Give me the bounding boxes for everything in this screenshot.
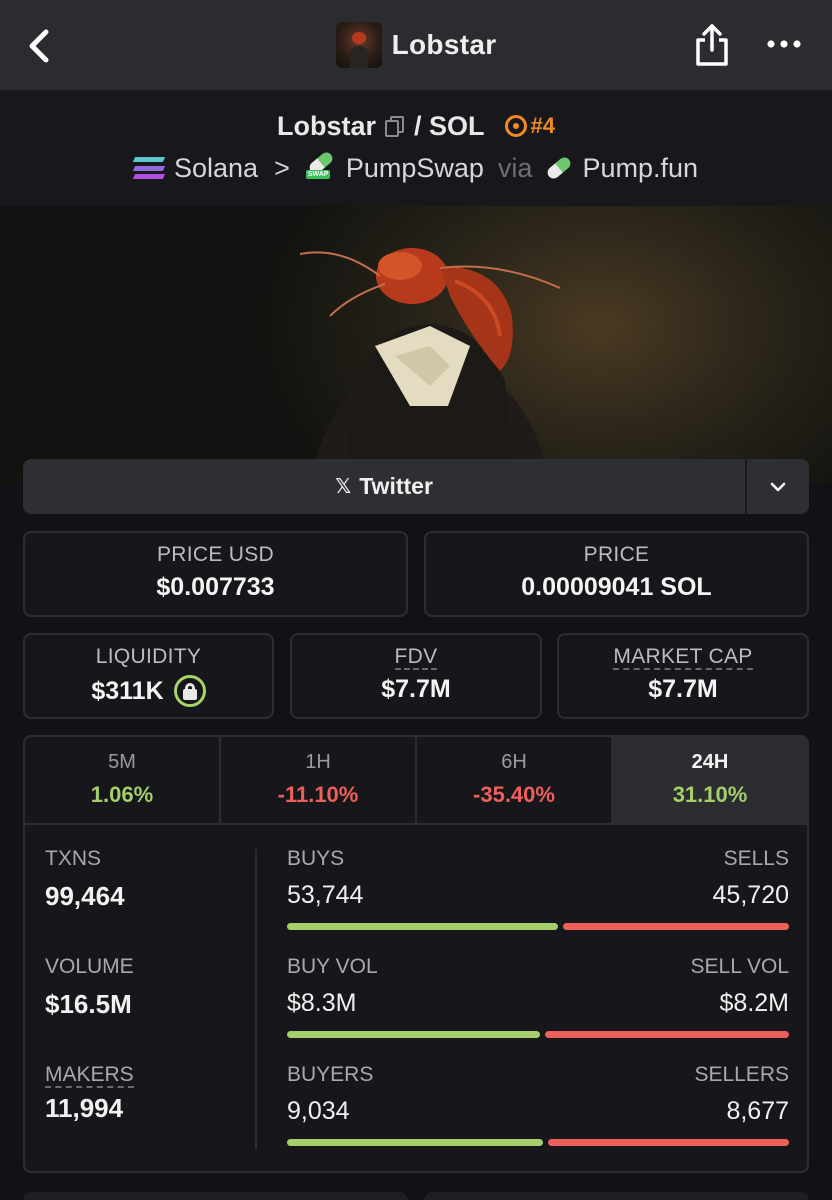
buy-sell-column: BUYS SELLS 53,744 45,720 BUY VOL SELL VO… (287, 847, 789, 1171)
price-usd-card: PRICE USD $0.007733 (23, 531, 408, 617)
txns-label: TXNS (45, 847, 102, 870)
makers-value: 11,994 (45, 1093, 124, 1123)
trending-rank-badge[interactable]: #4 (504, 113, 555, 139)
buy-vol-value: $8.3M (287, 989, 357, 1017)
sellers-value: 8,677 (726, 1097, 789, 1125)
traders-ratio-bar (287, 1139, 789, 1146)
buys-sells-ratio-bar (287, 923, 789, 930)
activity-panel: 5M 1.06% 1H -11.10% 6H -35.40% 24H 31.10… (23, 735, 809, 1173)
token-avatar (335, 22, 382, 68)
market-cap-label[interactable]: MARKET CAP (559, 645, 807, 670)
nav-title: Lobstar (391, 29, 497, 60)
buy-portion (287, 1139, 544, 1146)
sell-portion (548, 1139, 789, 1146)
chain-name[interactable]: Solana (174, 153, 258, 184)
via-label: via (497, 152, 533, 183)
pumpfun-logo-icon (545, 155, 574, 181)
makers-label[interactable]: MAKERS (45, 1063, 245, 1088)
volume-ratio-bar (287, 1031, 789, 1038)
liquidity-value-row: $311K (25, 675, 272, 707)
dex-name[interactable]: PumpSwap (346, 153, 484, 184)
token-banner-image (0, 206, 832, 484)
socials-dropdown-button[interactable] (747, 459, 809, 514)
fdv-value: $7.7M (381, 675, 451, 703)
sell-vol-value: $8.2M (719, 989, 789, 1017)
price-usd-value: $0.007733 (156, 573, 275, 601)
totals-column: TXNS 99,464 VOLUME $16.5M MAKERS 11,994 (45, 847, 245, 1171)
share-icon[interactable] (692, 22, 732, 68)
price-change: 31.10% (672, 782, 748, 807)
tab-5m[interactable]: 5M 1.06% (25, 737, 221, 823)
banner-artwork (299, 248, 561, 484)
volume-split-stat: BUY VOL SELL VOL $8.3M $8.2M (287, 955, 789, 1063)
price-change: -11.10% (277, 782, 359, 807)
buyers-value: 9,034 (287, 1097, 350, 1125)
buyers-label: BUYERS (287, 1063, 374, 1086)
chevron-right-icon: > (274, 152, 290, 183)
pumpswap-logo-icon: SWAP (305, 150, 336, 183)
tab-label: 24H (691, 751, 729, 773)
chevron-down-icon (770, 482, 786, 491)
twitter-label: Twitter (359, 473, 433, 499)
x-logo-icon: 𝕏 (335, 476, 352, 498)
tab-label: 1H (305, 751, 331, 773)
tab-label: 6H (501, 751, 527, 773)
buy-portion (287, 923, 559, 930)
makers-stat: MAKERS 11,994 (45, 1063, 245, 1171)
liquidity-label: LIQUIDITY (95, 645, 202, 668)
sells-value: 45,720 (712, 881, 789, 909)
volume-label: VOLUME (45, 955, 134, 978)
more-options-icon[interactable] (766, 36, 802, 52)
fdv-label[interactable]: FDV (292, 645, 540, 670)
sell-portion (563, 923, 789, 930)
sells-label: SELLS (723, 847, 789, 870)
quote-token: / SOL (414, 110, 485, 141)
timeframe-tabs: 5M 1.06% 1H -11.10% 6H -35.40% 24H 31.10… (25, 737, 807, 825)
price-native-card: PRICE 0.00009041 SOL (424, 531, 809, 617)
market-cap-card: MARKET CAP $7.7M (557, 633, 809, 719)
pair-header: Lobstar / SOL #4 Solana > SWAP PumpSwap … (0, 90, 832, 206)
price-native-value: 0.00009041 SOL (521, 573, 712, 601)
buys-label: BUYS (287, 847, 345, 870)
socials-bar: 𝕏 Twitter (23, 459, 809, 514)
pair-route: Solana > SWAP PumpSwap via Pump.fun (0, 148, 832, 188)
fdv-card: FDV $7.7M (290, 633, 542, 719)
flame-icon (504, 115, 527, 137)
txns-stat: TXNS 99,464 (45, 847, 245, 955)
launchpad-name[interactable]: Pump.fun (582, 153, 698, 184)
next-section-peek (23, 1192, 809, 1200)
solana-logo-icon (132, 155, 166, 181)
rank-number: #4 (530, 113, 555, 138)
price-usd-label: PRICE USD (156, 543, 275, 566)
pair-title: Lobstar / SOL #4 (0, 108, 832, 144)
liquidity-card: LIQUIDITY $311K (23, 633, 274, 719)
column-divider (255, 849, 257, 1149)
price-change: -35.40% (473, 782, 555, 807)
sell-vol-label: SELL VOL (690, 955, 789, 978)
buy-vol-label: BUY VOL (287, 955, 378, 978)
buy-portion (287, 1031, 540, 1038)
twitter-button[interactable]: 𝕏 Twitter (23, 459, 745, 514)
price-native-label: PRICE (583, 543, 650, 566)
liquidity-value: $311K (91, 676, 164, 705)
txns-value: 99,464 (45, 881, 125, 911)
volume-value: $16.5M (45, 989, 132, 1019)
tab-1h[interactable]: 1H -11.10% (221, 737, 417, 823)
base-token-symbol: Lobstar (276, 110, 376, 141)
market-cap-value: $7.7M (648, 675, 718, 703)
buys-value: 53,744 (287, 881, 364, 909)
tab-6h[interactable]: 6H -35.40% (417, 737, 613, 823)
price-change: 1.06% (90, 782, 154, 807)
traders-stat: BUYERS SELLERS 9,034 8,677 (287, 1063, 789, 1171)
top-nav-bar: Lobstar (0, 0, 832, 90)
lock-icon[interactable] (173, 675, 206, 707)
volume-stat: VOLUME $16.5M (45, 955, 245, 1063)
tab-24h[interactable]: 24H 31.10% (613, 737, 807, 823)
sell-portion (544, 1031, 789, 1038)
sellers-label: SELLERS (694, 1063, 789, 1086)
buys-sells-stat: BUYS SELLS 53,744 45,720 (287, 847, 789, 955)
tab-label: 5M (108, 751, 136, 773)
copy-icon[interactable] (384, 114, 406, 138)
